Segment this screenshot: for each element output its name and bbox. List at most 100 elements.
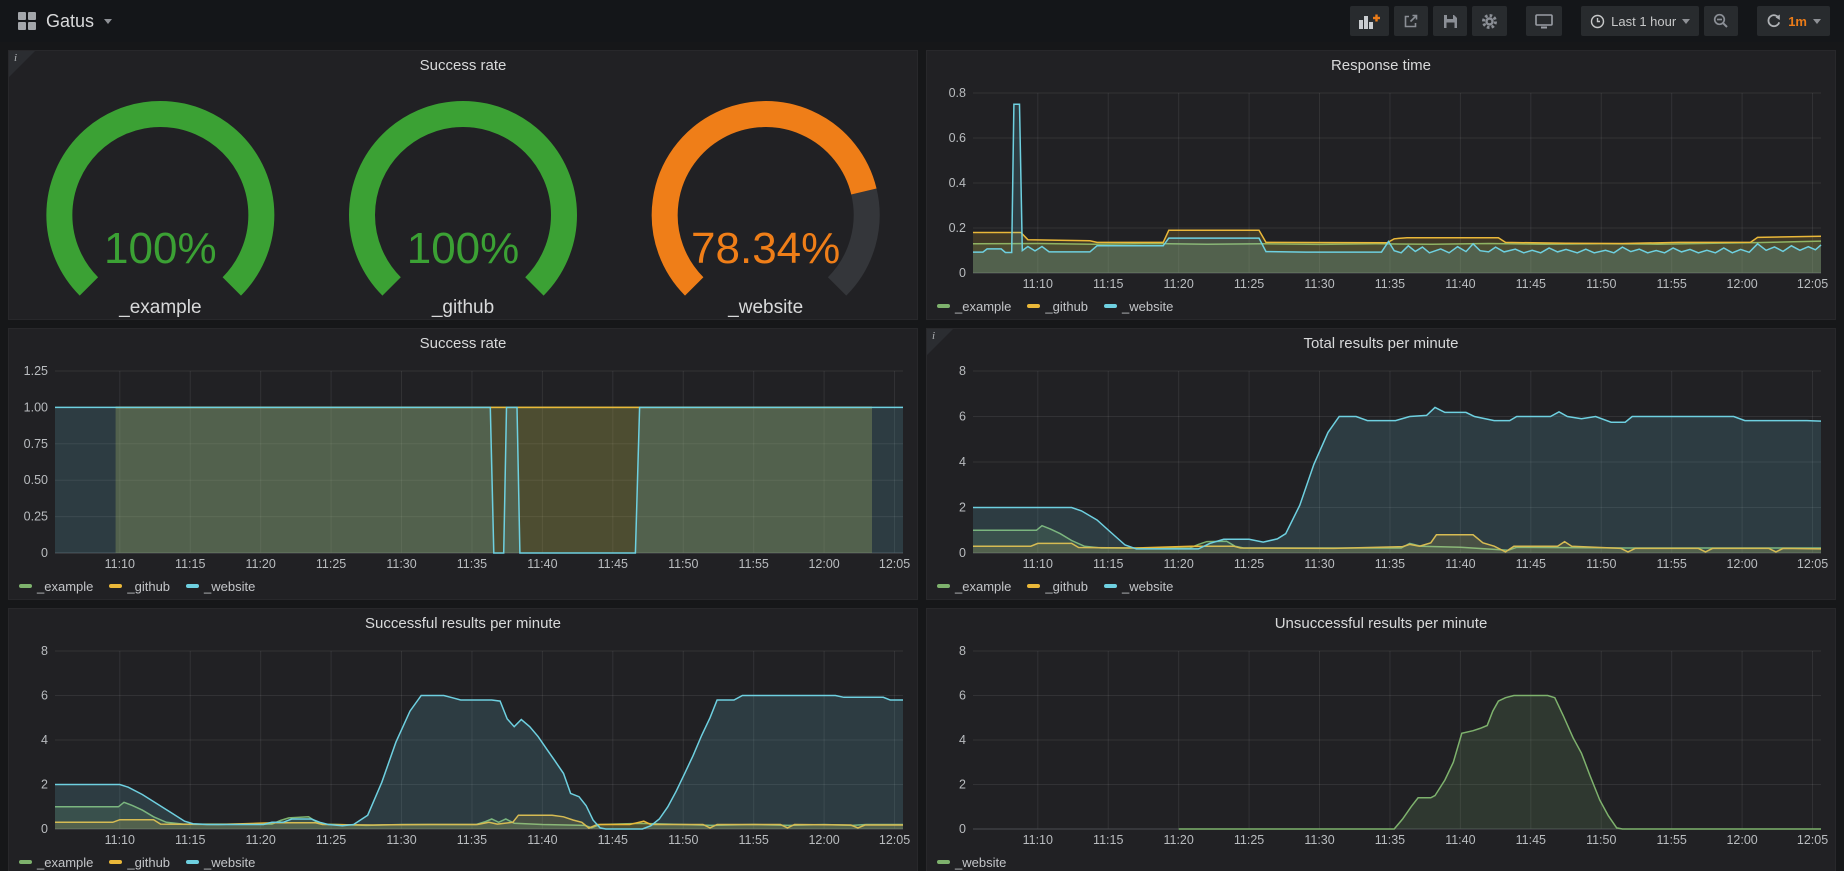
x-axis-tick-label: 11:15 xyxy=(175,833,205,847)
legend-label: _github xyxy=(1045,299,1088,314)
success-rate-body: 11:1011:1511:2011:2511:3011:3511:4011:45… xyxy=(9,357,917,599)
legend-color-chip xyxy=(937,860,950,864)
legend-label: _github xyxy=(1045,579,1088,594)
y-axis-tick-label: 2 xyxy=(959,501,966,515)
y-axis-tick-label: 6 xyxy=(41,689,48,703)
y-axis-tick-label: 0 xyxy=(41,546,48,560)
panel-title[interactable]: Success rate xyxy=(9,51,917,79)
save-button[interactable] xyxy=(1433,6,1467,36)
legend-color-chip xyxy=(937,584,950,588)
series-area-_website xyxy=(55,696,903,830)
y-axis-tick-label: 0.2 xyxy=(949,221,966,235)
successful-results-chart[interactable]: 11:1011:1511:2011:2511:3011:3511:4011:45… xyxy=(9,637,917,849)
legend-item-_github[interactable]: _github xyxy=(109,855,170,870)
series-area-_website xyxy=(1179,696,1821,830)
legend-item-_example[interactable]: _example xyxy=(937,579,1011,594)
legend-item-_website[interactable]: _website xyxy=(937,855,1006,870)
time-range-label: Last 1 hour xyxy=(1611,14,1676,29)
y-axis-tick-label: 4 xyxy=(959,733,966,747)
legend: _example _github _website xyxy=(9,573,917,599)
legend-item-_github[interactable]: _github xyxy=(109,579,170,594)
save-icon xyxy=(1443,14,1458,29)
gauge-value-_example: 100% xyxy=(104,224,217,273)
refresh-interval-label: 1m xyxy=(1788,14,1807,29)
x-axis-tick-label: 11:35 xyxy=(1375,277,1405,291)
share-button[interactable] xyxy=(1394,6,1428,36)
gauge-label-_example: _example xyxy=(118,297,201,318)
legend-item-_example[interactable]: _example xyxy=(19,855,93,870)
x-axis-tick-label: 11:10 xyxy=(1023,277,1053,291)
monitor-icon xyxy=(1535,13,1553,29)
x-axis-tick-label: 11:25 xyxy=(316,557,346,571)
y-axis-tick-label: 1.00 xyxy=(24,400,48,414)
y-axis-tick-label: 0 xyxy=(959,546,966,560)
legend-item-_website[interactable]: _website xyxy=(186,579,255,594)
x-axis-tick-label: 11:40 xyxy=(1445,833,1475,847)
settings-button[interactable] xyxy=(1472,6,1507,36)
time-range-button[interactable]: Last 1 hour xyxy=(1581,6,1699,36)
tv-mode-button[interactable] xyxy=(1526,6,1562,36)
legend-label: _github xyxy=(127,855,170,870)
dashboard-title[interactable]: Gatus xyxy=(46,11,94,32)
panel-title[interactable]: Unsuccessful results per minute xyxy=(927,609,1835,637)
navbar: Gatus xyxy=(0,0,1844,42)
x-axis-tick-label: 11:20 xyxy=(1163,557,1193,571)
caret-down-icon[interactable] xyxy=(104,19,112,24)
x-axis-tick-label: 11:35 xyxy=(457,833,487,847)
panel-title[interactable]: Successful results per minute xyxy=(9,609,917,637)
y-axis-tick-label: 4 xyxy=(41,733,48,747)
success-rate-gauges: 100%_example100%_github78.34%_website xyxy=(9,79,917,319)
x-axis-tick-label: 11:40 xyxy=(527,833,557,847)
x-axis-tick-label: 11:30 xyxy=(386,833,416,847)
refresh-button[interactable]: 1m xyxy=(1757,6,1830,36)
legend-item-_website[interactable]: _website xyxy=(1104,579,1173,594)
y-axis-tick-label: 0 xyxy=(959,822,966,836)
x-axis-tick-label: 11:40 xyxy=(1445,277,1475,291)
legend-color-chip xyxy=(109,584,122,588)
add-panel-button[interactable] xyxy=(1350,6,1389,36)
y-axis-tick-label: 0.8 xyxy=(949,86,966,100)
y-axis-tick-label: 0 xyxy=(959,266,966,280)
x-axis-tick-label: 11:55 xyxy=(1657,833,1687,847)
panel-title[interactable]: Response time xyxy=(927,51,1835,79)
legend-color-chip xyxy=(19,584,32,588)
legend-item-_website[interactable]: _website xyxy=(1104,299,1173,314)
unsuccessful-results-body: 11:1011:1511:2011:2511:3011:3511:4011:45… xyxy=(927,637,1835,871)
x-axis-tick-label: 11:55 xyxy=(739,833,769,847)
panel-successful-results: Successful results per minute 11:1011:15… xyxy=(8,608,918,871)
x-axis-tick-label: 11:10 xyxy=(105,557,135,571)
legend-color-chip xyxy=(1104,304,1117,308)
legend-item-_github[interactable]: _github xyxy=(1027,299,1088,314)
x-axis-tick-label: 11:45 xyxy=(598,833,628,847)
x-axis-tick-label: 12:05 xyxy=(879,557,910,571)
zoom-out-button[interactable] xyxy=(1704,6,1738,36)
dashboards-grid-icon[interactable] xyxy=(18,12,36,30)
legend-item-_github[interactable]: _github xyxy=(1027,579,1088,594)
legend-item-_example[interactable]: _example xyxy=(19,579,93,594)
x-axis-tick-label: 11:20 xyxy=(245,557,275,571)
x-axis-tick-label: 11:25 xyxy=(1234,833,1264,847)
total-results-chart[interactable]: 11:1011:1511:2011:2511:3011:3511:4011:45… xyxy=(927,357,1835,573)
x-axis-tick-label: 11:50 xyxy=(1586,277,1616,291)
legend-item-_example[interactable]: _example xyxy=(937,299,1011,314)
unsuccessful-results-chart[interactable]: 11:1011:1511:2011:2511:3011:3511:4011:45… xyxy=(927,637,1835,849)
share-icon xyxy=(1403,13,1419,29)
panel-title[interactable]: Total results per minute xyxy=(927,329,1835,357)
y-axis-tick-label: 0.4 xyxy=(949,176,966,190)
y-axis-tick-label: 8 xyxy=(959,364,966,378)
bar-chart-plus-icon xyxy=(1359,13,1380,29)
panel-title[interactable]: Success rate xyxy=(9,329,917,357)
y-axis-tick-label: 1.25 xyxy=(24,364,48,378)
legend-color-chip xyxy=(109,860,122,864)
gauge-remainder-arc xyxy=(837,192,867,287)
response-time-chart[interactable]: 11:1011:1511:2011:2511:3011:3511:4011:45… xyxy=(927,79,1835,293)
legend: _example _github _website xyxy=(927,293,1835,319)
x-axis-tick-label: 11:45 xyxy=(1516,277,1546,291)
success-rate-chart[interactable]: 11:1011:1511:2011:2511:3011:3511:4011:45… xyxy=(9,357,917,573)
legend-label: _example xyxy=(37,579,93,594)
y-axis-tick-label: 0.75 xyxy=(24,437,48,451)
legend-item-_website[interactable]: _website xyxy=(186,855,255,870)
legend: _example _github _website xyxy=(9,849,917,871)
success-rate-gauges-body: 100%_example100%_github78.34%_website xyxy=(9,79,917,319)
x-axis-tick-label: 11:55 xyxy=(1657,277,1687,291)
